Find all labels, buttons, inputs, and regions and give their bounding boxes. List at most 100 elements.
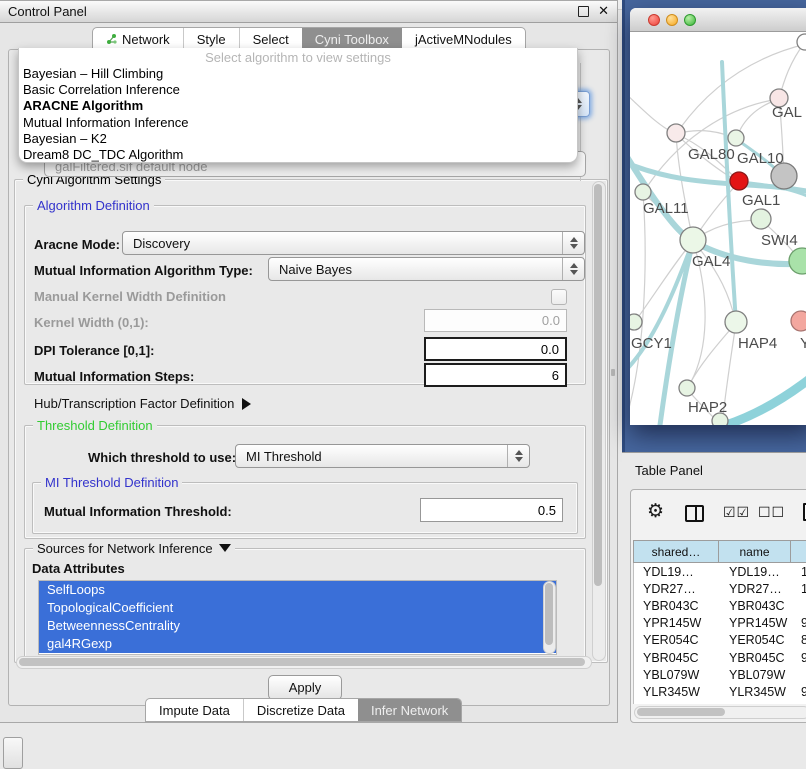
mi-steps-input[interactable] [424,363,567,387]
attribute-item[interactable]: gal4RGexp [39,635,556,653]
network-node-hap4[interactable] [725,311,747,333]
cell: 9. [792,651,806,665]
table-row[interactable]: YIL052CYIL052C0. [634,701,806,705]
algorithm-option[interactable]: Bayesian – K2 [19,131,577,147]
kernel-width-label: Kernel Width (0,1): [34,315,149,330]
settings-horizontal-scrollbar[interactable] [16,656,592,669]
tab-jactivemnodules-label: jActiveMNodules [415,32,512,47]
manual-kernel-width-checkbox[interactable] [551,289,567,305]
network-node[interactable] [797,34,806,50]
node-label: GAL4 [692,253,730,270]
which-threshold-label: Which threshold to use: [88,450,236,465]
float-window-icon[interactable] [578,6,589,17]
attribute-item[interactable]: TopologicalCoefficient [39,599,556,617]
minimize-traffic-light-icon[interactable] [666,14,678,26]
column-header[interactable]: A [791,540,806,563]
tab-jactivemnodules[interactable]: jActiveMNodules [402,28,525,50]
dpi-tolerance-input[interactable] [424,337,567,361]
control-panel-titlebar[interactable]: Control Panel ✕ [0,1,617,23]
node-label: GAL1 [742,192,780,209]
column-header[interactable]: shared… [633,540,719,563]
table-row[interactable]: YPR145WYPR145W9. [634,615,806,632]
close-traffic-light-icon[interactable] [648,14,660,26]
combo-up-arrow-icon [570,263,578,268]
network-node-gal1[interactable] [751,209,771,229]
table-body[interactable]: YDL19…YDL19…13 YDR27…YDR27…12 YBR043CYBR… [633,563,806,704]
scrollbar-thumb[interactable] [545,583,553,645]
sources-group-title[interactable]: Sources for Network Inference [33,541,235,556]
node-label: GAL11 [643,200,689,217]
table-row[interactable]: YER054CYER054C8. [634,632,806,649]
cell: YBL079W [720,668,792,682]
attributes-list-scrollbar[interactable] [543,581,556,654]
attribute-item[interactable]: SelfLoops [39,581,556,599]
deselect-all-checkboxes-icon[interactable]: ☐☐ [758,504,785,521]
scrollbar-thumb[interactable] [19,658,585,666]
cyni-bottom-tabbar: Impute Data Discretize Data Infer Networ… [145,698,462,722]
node-label: HAP4 [738,335,777,352]
network-node-gcy1[interactable] [630,314,642,330]
cell: YPR145W [634,616,720,630]
network-node-red[interactable] [730,172,748,190]
network-node-salmon[interactable] [791,311,806,331]
network-node-swi4[interactable] [789,248,806,274]
manual-kernel-width-label: Manual Kernel Width Definition [34,289,226,304]
tab-cyni-toolbox[interactable]: Cyni Toolbox [302,28,402,50]
tab-impute-data[interactable]: Impute Data [146,699,243,721]
scrollbar-thumb[interactable] [594,184,602,586]
mi-algorithm-type-combobox[interactable]: Naive Bayes [268,257,585,281]
settings-vertical-scrollbar[interactable] [592,181,606,661]
network-node-gal80[interactable] [667,124,685,142]
data-attributes-list[interactable]: SelfLoops TopologicalCoefficient Between… [38,580,557,655]
zoom-traffic-light-icon[interactable] [684,14,696,26]
algorithm-popup-hint: Select algorithm to view settings [19,50,577,66]
node-label: Y [800,335,806,352]
network-node-gal11[interactable] [635,184,651,200]
network-window-titlebar[interactable] [630,8,806,32]
algorithm-option[interactable]: Basic Correlation Inference [19,82,577,98]
cell: YPR145W [720,616,792,630]
tab-infer-network[interactable]: Infer Network [358,699,461,721]
attribute-item[interactable]: BetweennessCentrality [39,617,556,635]
table-row[interactable]: YBR045CYBR045C9. [634,649,806,666]
tab-discretize-data[interactable]: Discretize Data [243,699,358,721]
split-pane-handle[interactable] [611,369,615,376]
select-all-checkboxes-icon[interactable]: ☑☑ [723,504,750,521]
algorithm-option-selected[interactable]: ARACNE Algorithm [19,98,577,114]
table-row[interactable]: YBL079WYBL079W [634,666,806,683]
columns-icon[interactable] [685,505,704,522]
close-icon[interactable]: ✕ [598,3,609,19]
aracne-mode-combobox[interactable]: Discovery [122,231,585,255]
minimized-panel-button[interactable] [3,737,23,769]
algorithm-option[interactable]: Dream8 DC_TDC Algorithm [19,147,577,163]
table-horizontal-scrollbar[interactable] [634,706,806,719]
network-node-hap2[interactable] [679,380,695,396]
network-canvas[interactable]: GAL GAL80 GAL10 GAL11 GAL1 SWI4 GAL4 GCY… [630,32,806,425]
gear-icon[interactable]: ⚙ [647,502,664,522]
apply-button[interactable]: Apply [268,675,342,700]
scrollbar-thumb[interactable] [637,708,725,716]
tab-style[interactable]: Style [183,28,239,50]
aracne-mode-label: Aracne Mode: [34,237,120,252]
table-row[interactable]: YLR345WYLR345W9. [634,683,806,700]
algorithm-option[interactable]: Mutual Information Inference [19,115,577,131]
cell: 8. [792,633,806,647]
control-panel-title: Control Panel [8,4,87,19]
table-row[interactable]: YBR043CYBR043C [634,597,806,614]
hub-definition-toggle[interactable]: Hub/Transcription Factor Definition [34,396,251,411]
table-row[interactable]: YDR27…YDR27…12 [634,580,806,597]
table-row[interactable]: YDL19…YDL19…13 [634,563,806,580]
network-view-window[interactable]: GAL GAL80 GAL10 GAL11 GAL1 SWI4 GAL4 GCY… [630,8,806,425]
network-node-gal4[interactable] [680,227,706,253]
tab-select[interactable]: Select [239,28,302,50]
kernel-width-input[interactable] [424,309,567,332]
tab-network[interactable]: Network [93,28,183,50]
network-node-gal10[interactable] [728,130,744,146]
mi-threshold-input[interactable] [420,498,563,522]
apply-button-label: Apply [289,680,322,695]
mi-threshold-group-title: MI Threshold Definition [41,475,182,490]
which-threshold-combobox[interactable]: MI Threshold [235,444,530,468]
algorithm-option[interactable]: Bayesian – Hill Climbing [19,66,577,82]
column-header[interactable]: name [719,540,791,563]
combo-up-arrow-icon [570,237,578,242]
